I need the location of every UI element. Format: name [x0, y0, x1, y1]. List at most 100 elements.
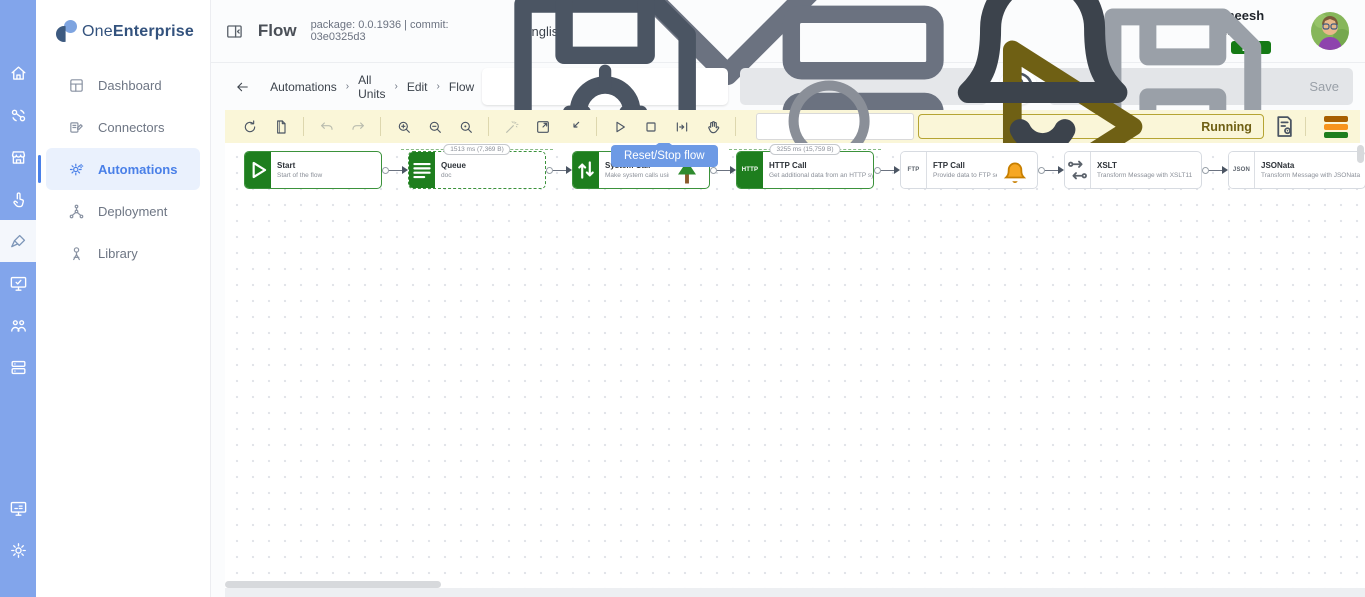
canvas-bottom-strip [225, 588, 1365, 597]
brand-logo-icon [56, 20, 78, 44]
port-icon [546, 167, 553, 174]
port-icon [1038, 167, 1045, 174]
node-title: Start [277, 161, 377, 170]
flow-connector [1038, 166, 1064, 174]
node-title: Queue [441, 161, 541, 170]
rail-item-store[interactable] [0, 136, 36, 178]
rail-item-servers[interactable] [0, 346, 36, 388]
breadcrumb-item[interactable]: Edit [407, 80, 428, 94]
node-subtitle: Provide data to FTP server [933, 172, 993, 179]
rail-item-home[interactable] [0, 52, 36, 94]
flow-connector [382, 166, 408, 174]
flow-node-start[interactable]: Start Start of the flow [244, 151, 382, 189]
flow-node-ftp-call[interactable]: FTP FTP Call Provide data to FTP server [900, 151, 1038, 189]
node-body: JSONata Transform Message with JSONata [1255, 152, 1365, 188]
toolbar-divider [1305, 117, 1306, 136]
node-subtitle: Get additional data from an HTTP system [769, 172, 869, 179]
toolbar-file-button[interactable] [266, 113, 295, 140]
legend-bar-3 [1324, 132, 1348, 138]
flow-canvas[interactable]: Start Start of the flow 1513 ms (7,369 B)… [225, 143, 1365, 597]
toolbar-collapse-button[interactable] [559, 113, 588, 140]
rail-item-team[interactable] [0, 304, 36, 346]
avatar[interactable] [1311, 12, 1349, 50]
breadcrumb-separator: › [434, 81, 443, 92]
sidebar-item-automations[interactable]: Automations [46, 148, 200, 190]
rail-item-network[interactable] [0, 94, 36, 136]
toolbar-play-button[interactable] [605, 113, 634, 140]
sidebar-item-label: Deployment [98, 204, 167, 219]
legend-bar-1 [1324, 116, 1348, 122]
deployment-icon [68, 203, 85, 220]
toolbar-fit-screen-button[interactable] [528, 113, 557, 140]
vertical-scrollbar[interactable] [1357, 145, 1364, 163]
toolbar-divider [303, 117, 304, 136]
breadcrumb-item[interactable]: Flow [449, 80, 474, 94]
toolbar-reload-button[interactable] [235, 113, 264, 140]
back-arrow-icon[interactable] [235, 78, 250, 96]
updown-icon [573, 152, 599, 188]
panel-collapse-icon[interactable] [225, 22, 244, 41]
sidebar-item-library[interactable]: Library [46, 232, 200, 274]
node-subtitle: Start of the flow [277, 172, 377, 179]
node-title: FTP Call [933, 161, 993, 170]
status-legend-button[interactable] [1322, 114, 1350, 140]
flow-node-jsonata[interactable]: JSON JSONata Transform Message with JSON… [1228, 151, 1365, 189]
toolbar-zoom-reset-button[interactable] [451, 113, 480, 140]
wand-icon [504, 119, 520, 135]
pan-hand-icon [705, 119, 721, 135]
node-type-icon: HTTP [737, 152, 763, 188]
connector-line [881, 170, 894, 171]
rail-item-monitor-deploy[interactable] [0, 487, 36, 529]
flow-node-http-call[interactable]: 3255 ms (15,759 B)HTTP HTTP Call Get add… [736, 151, 874, 189]
breadcrumb-item[interactable]: Automations [270, 80, 337, 94]
collapse-icon [566, 119, 582, 135]
rail-item-monitor-check[interactable] [0, 262, 36, 304]
node-body: FTP Call Provide data to FTP server [927, 152, 997, 188]
toolbar-step-button[interactable] [667, 113, 696, 140]
breadcrumb-item[interactable]: All Units [358, 73, 385, 101]
rail-item-brush[interactable] [0, 220, 36, 262]
zoom-out-icon [427, 119, 443, 135]
flow-node-xslt[interactable]: XSLT Transform Message with XSLT11 [1064, 151, 1202, 189]
toolbar-divider [380, 117, 381, 136]
sidebar-item-deployment[interactable]: Deployment [46, 190, 200, 232]
connector-line [717, 170, 730, 171]
toolbar-divider [488, 117, 489, 136]
sidebar-item-connectors[interactable]: Connectors [46, 106, 200, 148]
sidebar-item-dashboard[interactable]: Dashboard [46, 64, 200, 106]
save-button-label: Save [1309, 79, 1339, 94]
main-area: Flow package: 0.0.1936 | commit: 03e0325… [211, 0, 1365, 597]
node-search [756, 113, 914, 140]
toolbar-zoom-in-button[interactable] [389, 113, 418, 140]
log-preview-button[interactable] [1272, 113, 1297, 140]
brand-name: OneEnterprise [82, 23, 194, 41]
flow-connector [546, 166, 572, 174]
icon-rail-footer [0, 487, 36, 571]
flow-nodes-row: Start Start of the flow 1513 ms (7,369 B)… [225, 143, 1365, 189]
connector-line [1209, 170, 1222, 171]
sidebar: OneEnterprise DashboardConnectorsAutomat… [36, 0, 211, 597]
store-icon [9, 148, 28, 167]
brand-logo[interactable]: OneEnterprise [36, 0, 210, 64]
toolbar-zoom-out-button[interactable] [420, 113, 449, 140]
stop-tooltip-label: Reset/Stop flow [624, 150, 705, 162]
toolbar-stop-button[interactable] [636, 113, 665, 140]
save-config-button[interactable] [482, 68, 728, 105]
rail-item-settings-gear[interactable] [0, 529, 36, 571]
toolbar-divider [735, 117, 736, 136]
dashboard-icon [68, 77, 85, 94]
redo-icon [350, 119, 366, 135]
team-icon [9, 316, 28, 335]
node-title: HTTP Call [769, 161, 869, 170]
node-subtitle: Transform Message with XSLT11 [1097, 172, 1197, 179]
play-icon [612, 119, 628, 135]
icon-rail [0, 0, 36, 597]
breadcrumb-separator: › [343, 81, 352, 92]
flow-node-queue[interactable]: 1513 ms (7,369 B) Queue doc [408, 151, 546, 189]
node-subtitle: doc [441, 172, 541, 179]
node-subtitle: Make system calls using API definitions1 [605, 172, 665, 179]
running-label: Running [1201, 120, 1252, 134]
horizontal-scrollbar[interactable] [225, 581, 441, 588]
rail-item-touch[interactable] [0, 178, 36, 220]
toolbar-pan-hand-button[interactable] [698, 113, 727, 140]
